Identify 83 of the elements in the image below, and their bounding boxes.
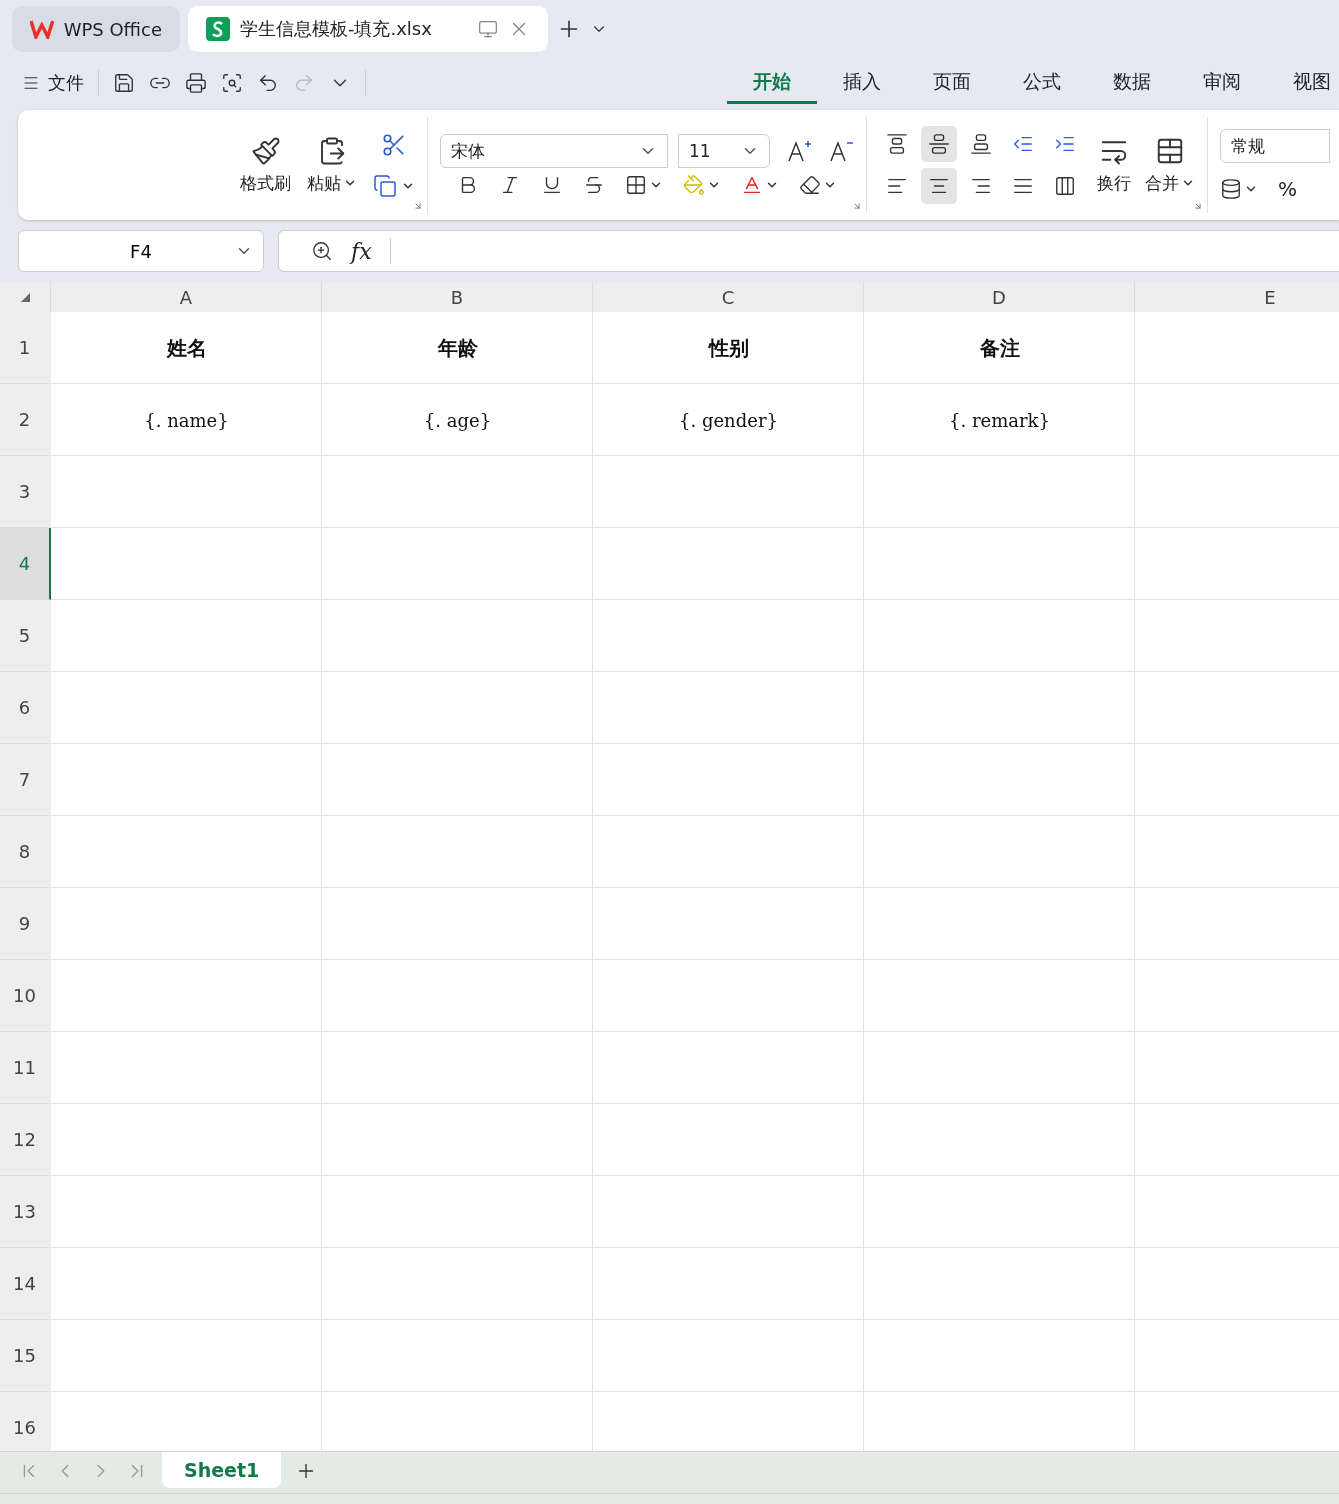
align-bottom-icon[interactable] xyxy=(970,133,992,155)
paste-button[interactable]: 粘贴 xyxy=(307,135,357,195)
select-all-corner[interactable] xyxy=(0,282,51,312)
tab-title: WPS Office xyxy=(63,18,162,40)
row-header[interactable]: 10 xyxy=(0,960,51,1032)
row-header[interactable]: 5 xyxy=(0,600,51,672)
row-header[interactable]: 13 xyxy=(0,1176,51,1248)
column-header[interactable]: B xyxy=(322,282,593,312)
document-tab[interactable]: 学生信息模板-填充.xlsx xyxy=(188,6,548,52)
borders-icon[interactable] xyxy=(625,174,647,196)
ribbon-tab[interactable]: 视图 xyxy=(1267,62,1339,104)
table-cell-text: {. remark} xyxy=(948,408,1051,433)
font-name-field[interactable]: 宋体 xyxy=(440,134,668,168)
merge-button[interactable]: 合并 xyxy=(1145,135,1195,195)
percent-button[interactable]: % xyxy=(1278,177,1297,201)
column-header[interactable]: A xyxy=(51,282,322,312)
align-center-button[interactable] xyxy=(921,168,957,204)
save-icon[interactable] xyxy=(113,72,135,94)
row-header[interactable]: 1 xyxy=(0,312,51,384)
ribbon-tab[interactable]: 开始 xyxy=(727,62,817,104)
sheet-tab[interactable]: Sheet1 xyxy=(162,1452,282,1488)
print-icon[interactable] xyxy=(185,72,207,94)
column-header[interactable]: D xyxy=(864,282,1135,312)
dialog-launcher-icon[interactable] xyxy=(852,201,862,211)
align-middle-icon[interactable] xyxy=(928,133,950,155)
table-cell-text: 年龄 xyxy=(436,334,479,362)
row-header[interactable]: 15 xyxy=(0,1320,51,1392)
copy-icon[interactable] xyxy=(373,174,397,198)
stack-icon[interactable] xyxy=(1220,178,1242,200)
ribbon-tab[interactable]: 数据 xyxy=(1087,62,1177,104)
zoom-icon[interactable] xyxy=(311,240,333,262)
row-header[interactable]: 16 xyxy=(0,1392,51,1451)
table-cell-text: 备注 xyxy=(978,334,1021,362)
row-header[interactable]: 9 xyxy=(0,888,51,960)
ribbon-tab[interactable]: 公式 xyxy=(997,62,1087,104)
row-header[interactable]: 2 xyxy=(0,384,51,456)
row-header[interactable]: 14 xyxy=(0,1248,51,1320)
corner-triangle-icon[interactable] xyxy=(20,292,30,302)
distributed-icon[interactable] xyxy=(1054,175,1076,197)
sheet-icon xyxy=(206,17,230,41)
align-top-icon[interactable] xyxy=(886,133,908,155)
row-header[interactable]: 12 xyxy=(0,1104,51,1176)
table-cell-text: {. gender} xyxy=(678,408,779,433)
ribbon-tab[interactable]: 插入 xyxy=(817,62,907,104)
paintbrush-icon[interactable] xyxy=(250,135,281,166)
row-header[interactable]: 11 xyxy=(0,1032,51,1104)
logo-icon xyxy=(30,19,54,39)
strikethrough-icon[interactable] xyxy=(583,174,605,196)
name-box[interactable]: F4 xyxy=(18,230,264,272)
table-cell-text: {. name} xyxy=(143,408,230,433)
document-tab[interactable]: WPS Office xyxy=(12,6,180,52)
number-format-field[interactable]: 常规 xyxy=(1220,129,1330,163)
font-size-field[interactable]: 11 xyxy=(678,134,770,168)
eraser-icon[interactable] xyxy=(799,174,821,196)
monitor-icon[interactable] xyxy=(478,19,498,39)
column-header[interactable]: E xyxy=(1135,282,1339,312)
row-header[interactable]: 7 xyxy=(0,744,51,816)
row-header[interactable]: 3 xyxy=(0,456,51,528)
table-cell-text: 性别 xyxy=(707,334,750,362)
undo-icon[interactable] xyxy=(257,72,279,94)
increase-font-icon[interactable] xyxy=(786,138,812,164)
print-preview-icon[interactable] xyxy=(221,72,243,94)
tab-title: 学生信息模板-填充.xlsx xyxy=(240,17,432,41)
column-header[interactable]: C xyxy=(593,282,864,312)
row-header[interactable]: 4 xyxy=(0,528,51,600)
ribbon-tab[interactable]: 页面 xyxy=(907,62,997,104)
dialog-launcher-icon[interactable] xyxy=(1193,201,1203,211)
function-icon[interactable]: fx xyxy=(351,238,372,264)
underline-icon[interactable] xyxy=(541,174,563,196)
format-painter-button[interactable]: 格式刷 xyxy=(240,135,291,195)
row-header[interactable]: 8 xyxy=(0,816,51,888)
wrap-text-button[interactable]: 换行 xyxy=(1097,135,1131,195)
formula-bar[interactable]: fx xyxy=(278,230,1339,272)
font-color-icon[interactable] xyxy=(741,174,763,196)
table-cell-text: 姓名 xyxy=(165,334,208,362)
align-middle-button[interactable] xyxy=(921,126,957,162)
dialog-launcher-icon[interactable] xyxy=(413,201,423,211)
ribbon-tab[interactable]: 审阅 xyxy=(1177,62,1267,104)
row-header[interactable]: 6 xyxy=(0,672,51,744)
menu-icon[interactable] xyxy=(22,74,40,92)
fill-color-icon[interactable] xyxy=(683,174,705,196)
table-cell-text: {. age} xyxy=(422,408,493,433)
file-menu[interactable]: 文件 xyxy=(22,71,84,95)
